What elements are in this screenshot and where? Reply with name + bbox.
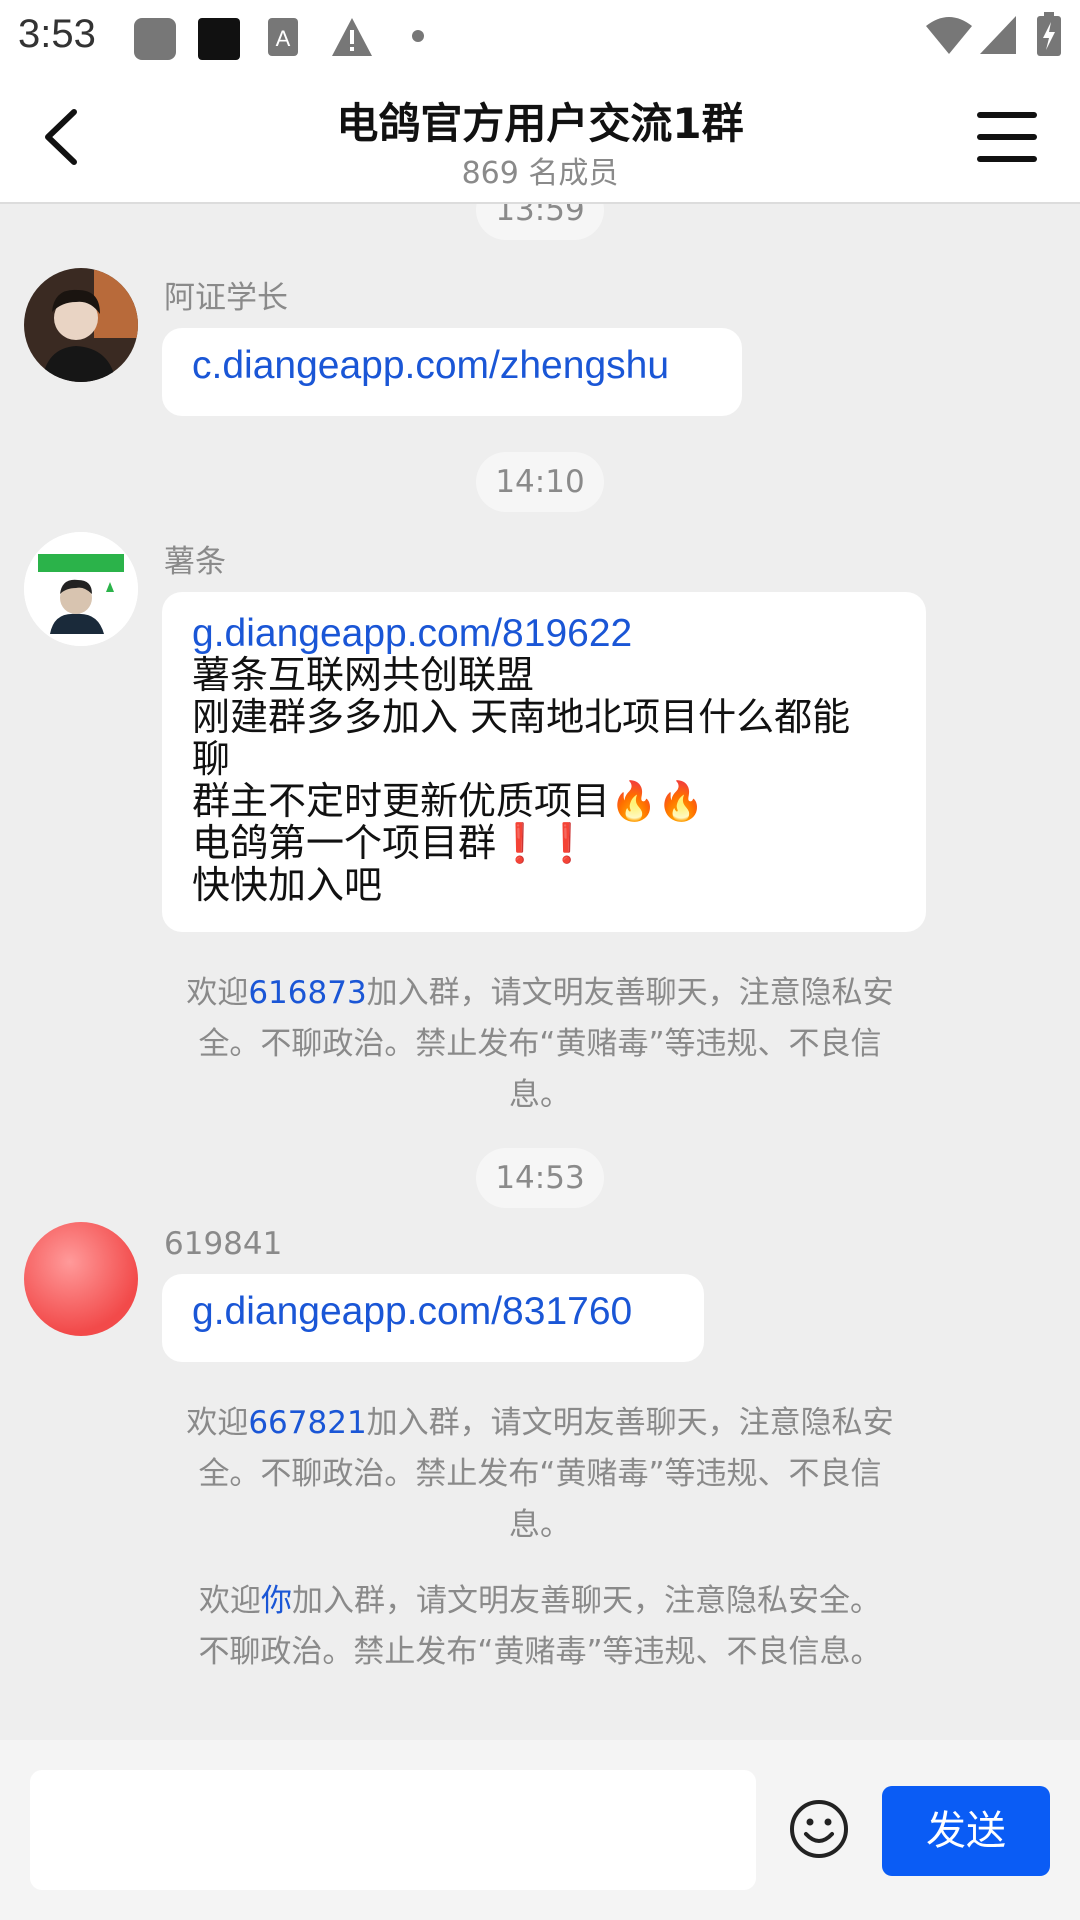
timestamp: 14:53 xyxy=(476,1148,604,1208)
timestamp: 13:59 xyxy=(476,204,604,240)
message-text-line: 群主不定时更新优质项目🔥🔥 xyxy=(192,779,705,823)
message-text-line: 薯条互联网共创联盟 xyxy=(192,653,535,697)
message-input-bar: 发送 xyxy=(0,1740,1080,1920)
sender-name: 619841 xyxy=(164,1226,283,1262)
avatar[interactable] xyxy=(24,268,138,382)
chat-messages[interactable]: 13:59 阿证学长 c.diangeapp.com/zhengshu 14:1… xyxy=(0,204,1080,1740)
message-text-line: 快快加入吧 xyxy=(192,863,383,907)
status-bar: 3:53 A xyxy=(0,0,1080,72)
cell-signal-icon xyxy=(980,16,1016,54)
avatar[interactable] xyxy=(24,532,138,646)
wifi-icon xyxy=(926,17,972,54)
battery-charging-icon xyxy=(1037,12,1061,56)
more-notifications-dot-icon xyxy=(412,30,424,42)
system-notice: 欢迎667821加入群，请文明友善聊天，注意隐私安全。不聊政治。禁止发布“黄赌毒… xyxy=(186,1405,894,1543)
app-notification-icon xyxy=(134,18,176,60)
translate-notification-icon: A xyxy=(268,18,298,56)
message-bubble[interactable]: c.diangeapp.com/zhengshu xyxy=(162,328,742,416)
sender-name: 阿证学长 xyxy=(164,280,288,316)
message-text-line: 聊 xyxy=(192,737,231,781)
menu-icon[interactable] xyxy=(974,104,1040,170)
user-avatar-image xyxy=(24,268,138,382)
user-avatar-image xyxy=(24,532,138,646)
mentioned-user[interactable]: 667821 xyxy=(248,1405,366,1441)
system-notice: 欢迎616873加入群，请文明友善聊天，注意隐私安全。不聊政治。禁止发布“黄赌毒… xyxy=(186,975,894,1113)
message-link[interactable]: g.diangeapp.com/831760 xyxy=(192,1290,632,1333)
status-time: 3:53 xyxy=(18,12,96,56)
message-link[interactable]: c.diangeapp.com/zhengshu xyxy=(192,344,669,387)
message-bubble[interactable]: g.diangeapp.com/819622 薯条互联网共创联盟 刚建群多多加入… xyxy=(162,592,926,932)
message-text-line: 刚建群多多加入 天南地北项目什么都能 xyxy=(192,695,851,739)
mentioned-user[interactable]: 你 xyxy=(261,1583,292,1619)
svg-text:A: A xyxy=(276,26,291,51)
message-bubble[interactable]: g.diangeapp.com/831760 xyxy=(162,1274,704,1362)
app-notification-icon xyxy=(198,18,240,60)
system-notice: 欢迎你加入群，请文明友善聊天，注意隐私安全。不聊政治。禁止发布“黄赌毒”等违规、… xyxy=(198,1583,882,1670)
emoji-icon[interactable] xyxy=(788,1798,850,1860)
avatar[interactable] xyxy=(24,1222,138,1336)
sender-name: 薯条 xyxy=(164,544,226,580)
chat-header: 电鸽官方用户交流1群 869 名成员 xyxy=(0,72,1080,204)
member-count: 869 名成员 xyxy=(461,156,619,191)
timestamp: 14:10 xyxy=(476,452,604,512)
group-title: 电鸽官方用户交流1群 xyxy=(336,99,744,148)
message-text-line: 电鸽第一个项目群❗❗ xyxy=(192,821,591,865)
warning-icon xyxy=(332,18,372,56)
mentioned-user[interactable]: 616873 xyxy=(248,975,366,1011)
message-link[interactable]: g.diangeapp.com/819622 xyxy=(192,614,896,654)
message-input[interactable] xyxy=(30,1770,756,1890)
send-button[interactable]: 发送 xyxy=(882,1786,1050,1876)
